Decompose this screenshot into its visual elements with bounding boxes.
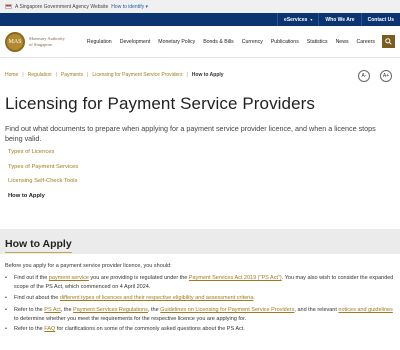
bullet-icon: • [5,295,7,301]
breadcrumb-regulation[interactable]: Regulation [28,72,52,78]
breadcrumb-separator: | [87,72,89,78]
breadcrumb-separator: | [55,72,57,78]
page-title: Licensing for Payment Service Providers [5,94,316,113]
bullet-icon: • [5,307,7,313]
breadcrumb-current: How to Apply [191,72,224,78]
ps-act-link[interactable]: PS Act [44,307,61,313]
government-banner: A Singapore Government Agency Website Ho… [0,0,400,13]
nav-item-publications[interactable]: Publications [271,39,299,45]
breadcrumb-separator: | [22,72,24,78]
ps-regulations-link[interactable]: Payment Services Regulations [73,307,148,313]
breadcrumb: Home | Regulation | Payments | Licensing… [5,72,224,78]
breadcrumb-licensing[interactable]: Licensing for Payment Service Providers [92,72,182,78]
mas-logo[interactable]: MAS Monetary Authority of Singapore [5,31,79,52]
jump-link-how-to-apply[interactable]: How to Apply [8,193,78,208]
section-intro: Before you apply for a payment service p… [5,263,172,269]
logo-text: Monetary Authority of Singapore [29,36,65,47]
decrease-font-button[interactable]: A- [358,70,370,82]
site-header: MAS Monetary Authority of Singapore Regu… [0,26,400,58]
increase-font-button[interactable]: A+ [380,70,392,82]
breadcrumb-separator: | [186,72,188,78]
font-size-controls: A- A+ [348,70,392,82]
nav-item-careers[interactable]: Careers [357,39,375,45]
nav-item-development[interactable]: Development [120,39,151,45]
bullet-icon: • [5,326,7,332]
jump-link-self-check-tools[interactable]: Licensing Self-Check Tools [8,178,78,193]
in-page-navigation: Types of Licences Types of Payment Servi… [8,149,78,207]
chevron-down-icon: ▾ [310,17,313,22]
nav-item-bonds-bills[interactable]: Bonds & Bills [203,39,234,45]
page-intro: Find out what documents to prepare when … [5,124,376,143]
nav-item-news[interactable]: News [336,39,349,45]
how-to-identify-link[interactable]: How to identify ▾ [111,4,148,10]
ps-act-2019-link[interactable]: Payment Services Act 2019 ("PS Act") [189,275,282,281]
list-item: • Find out about the different types of … [5,294,397,306]
licence-types-criteria-link[interactable]: different types of licences and their re… [60,295,253,301]
search-button[interactable] [382,35,395,48]
requirements-list: • Find out if the payment service you ar… [5,274,397,334]
breadcrumb-payments[interactable]: Payments [61,72,83,78]
who-we-are-link[interactable]: Who We Are [318,13,360,26]
list-item: • Find out if the payment service you ar… [5,274,397,294]
main-navigation: Regulation Development Monetary Policy B… [79,35,395,48]
faq-link[interactable]: FAQ [44,326,55,332]
utility-navigation: eServices ▾ Who We Are Contact Us [0,13,400,26]
jump-link-types-of-licences[interactable]: Types of Licences [8,149,78,164]
licensing-guidelines-link[interactable]: Guidelines on Licensing for Payment Serv… [160,307,294,313]
search-icon [385,38,392,45]
breadcrumb-home[interactable]: Home [5,72,18,78]
jump-link-types-of-payment-services[interactable]: Types of Payment Services [8,164,78,179]
bullet-icon: • [5,275,7,281]
list-item: • Refer to the FAQ for clarifications on… [5,326,245,332]
nav-item-currency[interactable]: Currency [242,39,263,45]
nav-item-monetary-policy[interactable]: Monetary Policy [158,39,195,45]
nav-item-statistics[interactable]: Statistics [307,39,328,45]
eservices-menu[interactable]: eServices ▾ [277,13,318,26]
list-item: • Refer to the PS Act, the Payment Servi… [5,306,397,325]
notices-guidelines-link[interactable]: notices and guidelines [338,307,392,313]
nav-item-regulation[interactable]: Regulation [87,39,112,45]
singapore-flag-icon [5,4,12,9]
section-heading: How to Apply [5,238,72,253]
contact-us-link[interactable]: Contact Us [360,13,400,26]
government-banner-text: A Singapore Government Agency Website [15,3,109,10]
mas-crest-icon: MAS [5,31,25,52]
chevron-down-icon: ▾ [145,3,148,10]
payment-service-link[interactable]: payment service [49,275,89,281]
